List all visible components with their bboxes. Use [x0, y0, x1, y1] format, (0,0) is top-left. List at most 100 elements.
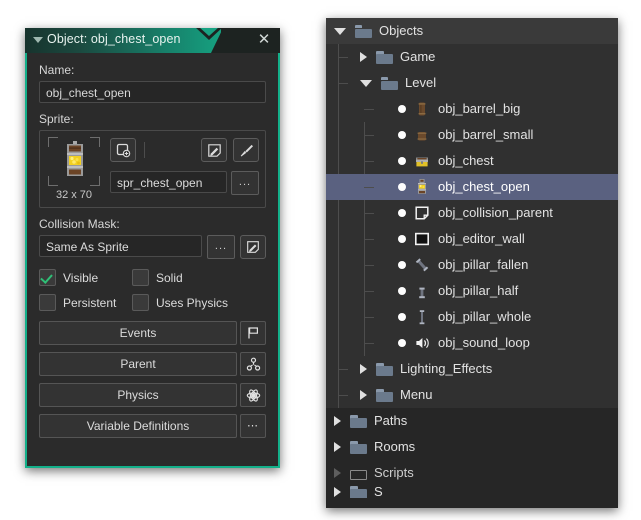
tree-row-obj-barrel-small[interactable]: obj_barrel_small: [326, 122, 618, 148]
events-button-row: Events: [39, 321, 266, 345]
tree-row-obj-sound-loop[interactable]: obj_sound_loop: [326, 330, 618, 356]
sprite-controls: spr_chest_open ...: [110, 137, 259, 201]
tree-leaf-bullet: [398, 261, 406, 269]
tree-row-obj-chest[interactable]: obj_chest: [326, 148, 618, 174]
folder-closed-icon: [350, 486, 367, 498]
checkbox-persistent-box[interactable]: [39, 294, 56, 311]
resource-tree-panel[interactable]: Objects Game Level obj_barrel_big obj_barrel…: [326, 18, 618, 508]
variable-definitions-button[interactable]: Variable Definitions: [39, 414, 237, 438]
pillar-whole-icon: [414, 309, 430, 325]
chevron-right-icon[interactable]: [334, 487, 341, 497]
chevron-right-icon[interactable]: [334, 468, 341, 478]
paintbrush-icon[interactable]: [233, 138, 259, 162]
tree-row-obj-pillar-whole[interactable]: obj_pillar_whole: [326, 304, 618, 330]
checkbox-visible[interactable]: Visible: [39, 269, 132, 286]
physics-button[interactable]: Physics: [39, 383, 237, 407]
checkbox-solid[interactable]: Solid: [132, 269, 225, 286]
chevron-down-icon[interactable]: [334, 27, 346, 35]
tree-row-menu[interactable]: Menu: [326, 382, 618, 408]
tree-guide-h: [364, 343, 374, 344]
sprite-menu-button[interactable]: ...: [231, 171, 259, 195]
collision-mask-menu-button[interactable]: ...: [207, 235, 235, 259]
tree-row-obj-chest-open[interactable]: obj_chest_open: [326, 174, 618, 200]
tree-row-obj-editor-wall[interactable]: obj_editor_wall: [326, 226, 618, 252]
collision-mask-select[interactable]: Same As Sprite: [39, 235, 202, 257]
chevron-right-icon[interactable]: [360, 364, 367, 374]
close-icon[interactable]: ✕: [255, 31, 273, 49]
checkbox-uses-physics[interactable]: Uses Physics: [132, 294, 228, 311]
sprite-name-input[interactable]: spr_chest_open: [110, 171, 227, 193]
chevron-down-icon[interactable]: [360, 79, 372, 87]
atom-icon[interactable]: [240, 383, 266, 407]
checkbox-visible-box[interactable]: [39, 269, 56, 286]
variable-definitions-button-row: Variable Definitions ⋯: [39, 414, 266, 438]
barrel-small-icon: [414, 127, 430, 143]
tree-row-objects[interactable]: Objects: [326, 18, 618, 44]
tree-leaf-bullet: [398, 235, 406, 243]
tree-row-obj-pillar-half[interactable]: obj_pillar_half: [326, 278, 618, 304]
chest-closed-icon: [414, 153, 430, 169]
object-name-input[interactable]: obj_chest_open: [39, 81, 266, 103]
editor-wall-icon: [414, 231, 430, 247]
tree-row-obj-collision-parent[interactable]: obj_collision_parent: [326, 200, 618, 226]
tree-row-label: obj_collision_parent: [438, 205, 553, 220]
sprite-label: Sprite:: [39, 112, 74, 126]
tree-row-obj-barrel-big[interactable]: obj_barrel_big: [326, 96, 618, 122]
tree-row-label: S: [374, 486, 383, 498]
checkbox-solid-label: Solid: [156, 270, 183, 285]
chevron-right-icon[interactable]: [360, 390, 367, 400]
tree-row-lighting-effects[interactable]: Lighting_Effects: [326, 356, 618, 382]
parent-button-row: Parent: [39, 352, 266, 376]
tree-guide-h: [364, 239, 374, 240]
tree-row-label: obj_editor_wall: [438, 231, 525, 246]
tree-row-s[interactable]: S: [326, 486, 618, 498]
tree-row-scripts[interactable]: Scripts: [326, 460, 618, 486]
edit-mask-icon[interactable]: [240, 235, 266, 259]
object-window-title: Object: obj_chest_open: [47, 32, 181, 46]
ellipsis-icon[interactable]: ⋯: [240, 414, 266, 438]
speaker-icon: [414, 335, 430, 351]
chevron-right-icon[interactable]: [360, 52, 367, 62]
tree-row-label: obj_pillar_whole: [438, 309, 532, 324]
tree-guide-h: [364, 317, 374, 318]
tree-guide-h: [364, 135, 374, 136]
tree-row-obj-pillar-fallen[interactable]: obj_pillar_fallen: [326, 252, 618, 278]
checkbox-persistent[interactable]: Persistent: [39, 294, 132, 311]
tree-row-level[interactable]: Level: [326, 70, 618, 96]
collision-mask-label: Collision Mask:: [39, 217, 120, 231]
edit-sprite-icon[interactable]: [201, 138, 227, 162]
tree-row-label: Paths: [374, 413, 408, 428]
tree-row-paths[interactable]: Paths: [326, 408, 618, 434]
tree-row-game[interactable]: Game: [326, 44, 618, 70]
sprite-preview-frame: [48, 137, 100, 186]
tree-guide-h: [364, 161, 374, 162]
sprite-dimensions: 32 x 70: [55, 189, 93, 201]
events-button[interactable]: Events: [39, 321, 237, 345]
checkbox-uses-physics-box[interactable]: [132, 294, 149, 311]
flag-icon[interactable]: [240, 321, 266, 345]
tree-guide-h: [364, 187, 374, 188]
folder-closed-icon: [350, 440, 367, 454]
tree-leaf-bullet: [398, 209, 406, 217]
sprite-thumbnail-wrap[interactable]: 32 x 70: [46, 137, 102, 201]
hierarchy-icon[interactable]: [240, 352, 266, 376]
collapse-triangle-icon[interactable]: [33, 37, 43, 43]
frame-corner-tr: [90, 137, 100, 147]
chevron-right-icon[interactable]: [334, 442, 341, 452]
chest-open-icon: [414, 179, 430, 195]
object-window-titlebar[interactable]: Object: obj_chest_open ✕: [25, 28, 280, 53]
collision-mask-row: Same As Sprite ...: [39, 235, 266, 259]
tree-row-label: Game: [400, 49, 436, 64]
sprite-toolbar: [110, 137, 259, 163]
tree-row-label: obj_chest_open: [438, 179, 530, 194]
tree-leaf-bullet: [398, 157, 406, 165]
tree-row-rooms[interactable]: Rooms: [326, 434, 618, 460]
chevron-right-icon[interactable]: [334, 416, 341, 426]
parent-button[interactable]: Parent: [39, 352, 237, 376]
tree-row-label: obj_barrel_big: [438, 101, 521, 116]
chest-open-sprite: [67, 141, 83, 179]
tree-guide-h: [364, 291, 374, 292]
checkbox-solid-box[interactable]: [132, 269, 149, 286]
tree-leaf-bullet: [398, 131, 406, 139]
new-sprite-icon[interactable]: [110, 138, 136, 162]
